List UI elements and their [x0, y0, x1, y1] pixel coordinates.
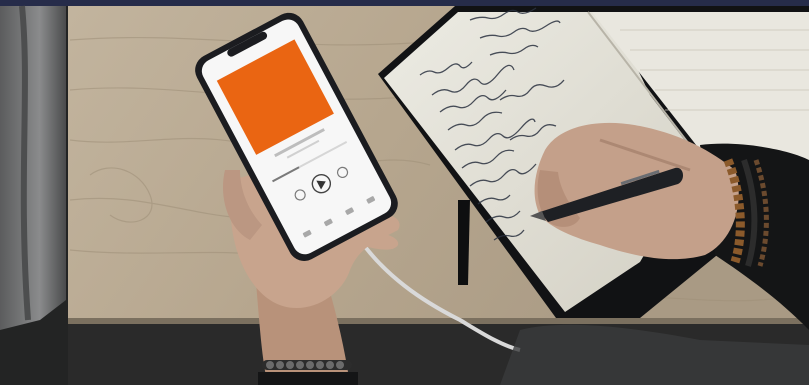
top-color-band [0, 0, 809, 6]
photo-scene [0, 0, 809, 385]
left-curtain [0, 6, 66, 330]
wrist-bracelet-left [262, 360, 352, 370]
left-sleeve [258, 372, 358, 385]
table-edge [68, 318, 809, 324]
photo-canvas [0, 0, 809, 385]
bookmark-ribbon [458, 200, 470, 285]
